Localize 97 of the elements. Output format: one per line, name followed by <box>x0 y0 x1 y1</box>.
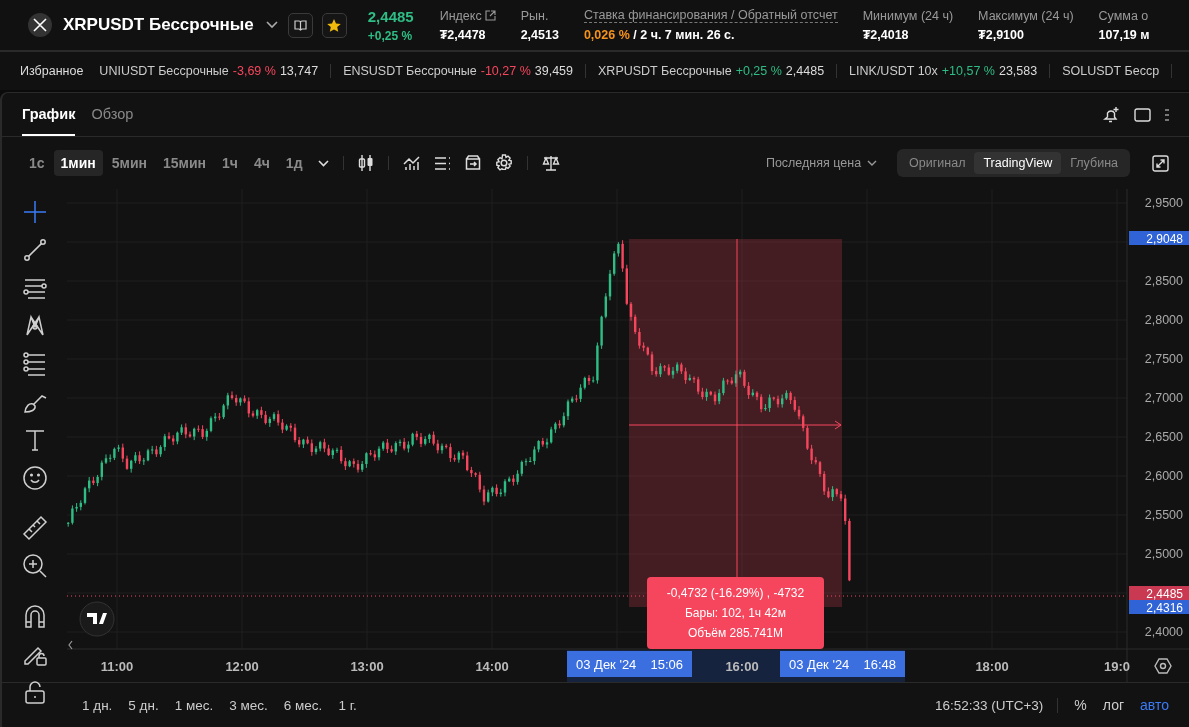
price-change: +0,25 % <box>367 28 414 43</box>
measure-text: Бары: 102, 1ч 42м <box>684 606 787 620</box>
chevron-down-icon[interactable] <box>265 21 278 29</box>
external-link-icon[interactable] <box>484 10 496 21</box>
stat-label: Индекс <box>439 8 482 23</box>
book-button[interactable] <box>287 12 313 38</box>
stat-value: 0,026 % / 2 ч. 7 мин. 26 с. <box>583 28 736 42</box>
line-tool-icon[interactable] <box>21 237 48 263</box>
price-axis-label: 2,4000 <box>1144 625 1183 639</box>
stat-value: 107,19 м <box>1098 27 1150 42</box>
last-price: 2,4485 <box>367 7 414 25</box>
ticker-change: +0,25 % <box>735 64 782 78</box>
time-badge: 03 Дек '24 16:48 <box>780 651 905 677</box>
add-alert-icon[interactable] <box>1102 105 1120 124</box>
price-axis-label: 2,6000 <box>1144 469 1183 483</box>
stat-label: Ставка финансирования / Обратный отсчет <box>583 8 838 23</box>
stat-label: Максимум (24 ч) <box>978 8 1074 23</box>
crosshair-tool-icon[interactable] <box>21 199 48 225</box>
price-axis-label: 2,5500 <box>1144 508 1183 522</box>
clock-time: 16:52:33 (UTC+3) <box>934 697 1059 713</box>
book-icon <box>293 19 307 31</box>
tab[interactable]: Обзор <box>91 93 134 136</box>
star-icon <box>327 18 342 32</box>
price-badge: 2,4316 <box>1129 600 1189 615</box>
range-button[interactable]: 6 мес. <box>283 697 323 713</box>
range-button[interactable]: 1 дн. <box>82 697 113 713</box>
stat-value: ₮2,4478 <box>439 27 487 42</box>
window-icon[interactable] <box>1134 107 1151 122</box>
time-axis-label: 11:00 <box>100 659 134 674</box>
interval-button[interactable]: 1д <box>278 150 310 176</box>
coin-logo-icon <box>28 13 52 37</box>
price-axis-label: 2,8500 <box>1144 274 1183 288</box>
price-badge: 2,9048 <box>1129 231 1189 246</box>
measure-range[interactable] <box>629 239 842 607</box>
ticker-price: 23,583 <box>998 64 1038 78</box>
range-button[interactable]: 1 мес. <box>174 697 214 713</box>
time-badge: 03 Дек '24 15:06 <box>567 651 692 677</box>
time-axis-label: 16:00 <box>725 659 759 674</box>
menu-icon[interactable] <box>1165 107 1169 122</box>
time-axis-label: 19:0 <box>1104 659 1130 674</box>
interval-button[interactable]: 15мин <box>156 150 213 176</box>
interval-button[interactable]: 5мин <box>104 150 154 176</box>
time-axis-label: 18:00 <box>975 659 1009 674</box>
ticker-symbol[interactable]: UNIUSDT Бессрочные <box>99 64 229 78</box>
chevron-down-icon <box>867 160 878 166</box>
tradingview-logo-icon[interactable] <box>79 601 115 637</box>
ticker-price: 2,4485 <box>785 64 825 78</box>
ticker-change: -10,27 % <box>480 64 531 78</box>
view-mode-option[interactable]: Оригинал <box>900 152 975 174</box>
view-mode-option[interactable]: TradingView <box>974 152 1062 174</box>
interval-button[interactable]: 1ч <box>215 150 245 176</box>
stat-label: Рын. <box>520 8 550 23</box>
time-axis-label: 13:00 <box>350 659 384 674</box>
tab[interactable]: График <box>22 93 76 136</box>
price-axis-label: 2,5000 <box>1144 547 1183 561</box>
scale-option[interactable]: авто <box>1140 697 1169 713</box>
axis-settings-icon[interactable] <box>1154 658 1172 674</box>
price-source-dropdown[interactable]: Последняя цена <box>759 155 884 171</box>
fib-tool-icon[interactable] <box>21 351 48 377</box>
range-button[interactable]: 5 дн. <box>128 697 159 713</box>
ticker-price: 39,459 <box>534 64 573 78</box>
price-axis-label: 2,8000 <box>1144 313 1183 327</box>
scale-option[interactable]: % <box>1074 697 1087 713</box>
ticker-symbol[interactable]: ENSUSDT Бессрочные <box>343 64 477 78</box>
ticker-change: -3,69 % <box>232 64 276 78</box>
measure-text: Объём 285.741M <box>688 626 783 640</box>
stat-value: 2,4513 <box>520 27 559 42</box>
emoji-tool-icon[interactable] <box>21 465 48 491</box>
price-badge: 2,4485 <box>1129 586 1189 601</box>
ticker-price: 13,747 <box>279 64 319 78</box>
stat-value: ₮2,4018 <box>862 27 910 42</box>
measure-text: -0,4732 (-16.29%) , -4732 <box>666 586 805 600</box>
ticker-symbol[interactable]: LINK/USDT 10x <box>849 64 938 78</box>
price-axis-label: 2,6500 <box>1144 430 1183 444</box>
interval-button[interactable]: 1с <box>22 150 52 176</box>
range-button[interactable]: 3 мес. <box>229 697 268 713</box>
favorite-button[interactable] <box>321 12 347 38</box>
price-axis-label: 2,9500 <box>1144 196 1183 210</box>
zoom-tool-icon[interactable] <box>21 553 48 579</box>
stat-label: Сумма о <box>1098 8 1150 23</box>
symbol-title: XRPUSDT Бессрочные <box>63 15 254 35</box>
time-axis-label: 12:00 <box>225 659 259 674</box>
ticker-change: +10,57 % <box>941 64 995 78</box>
time-axis-label: 14:00 <box>475 659 509 674</box>
stat-label: Минимум (24 ч) <box>862 8 954 23</box>
interval-button[interactable]: 4ч <box>246 150 277 176</box>
ticker-symbol[interactable]: XRPUSDT Бессрочные <box>598 64 732 78</box>
price-axis-label: 2,7500 <box>1144 352 1183 366</box>
ticker-symbol[interactable]: SOLUSDT Бесср <box>1062 64 1160 78</box>
view-mode-option[interactable]: Глубина <box>1061 152 1127 174</box>
range-button[interactable]: 1 г. <box>338 697 357 713</box>
interval-button[interactable]: 1мин <box>53 150 103 176</box>
ruler-tool-icon[interactable] <box>21 515 48 541</box>
price-axis-label: 2,7000 <box>1144 391 1183 405</box>
favorites-label[interactable]: Избранное <box>20 64 84 78</box>
stat-value: ₮2,9100 <box>978 27 1025 42</box>
scale-option[interactable]: лог <box>1102 697 1125 713</box>
